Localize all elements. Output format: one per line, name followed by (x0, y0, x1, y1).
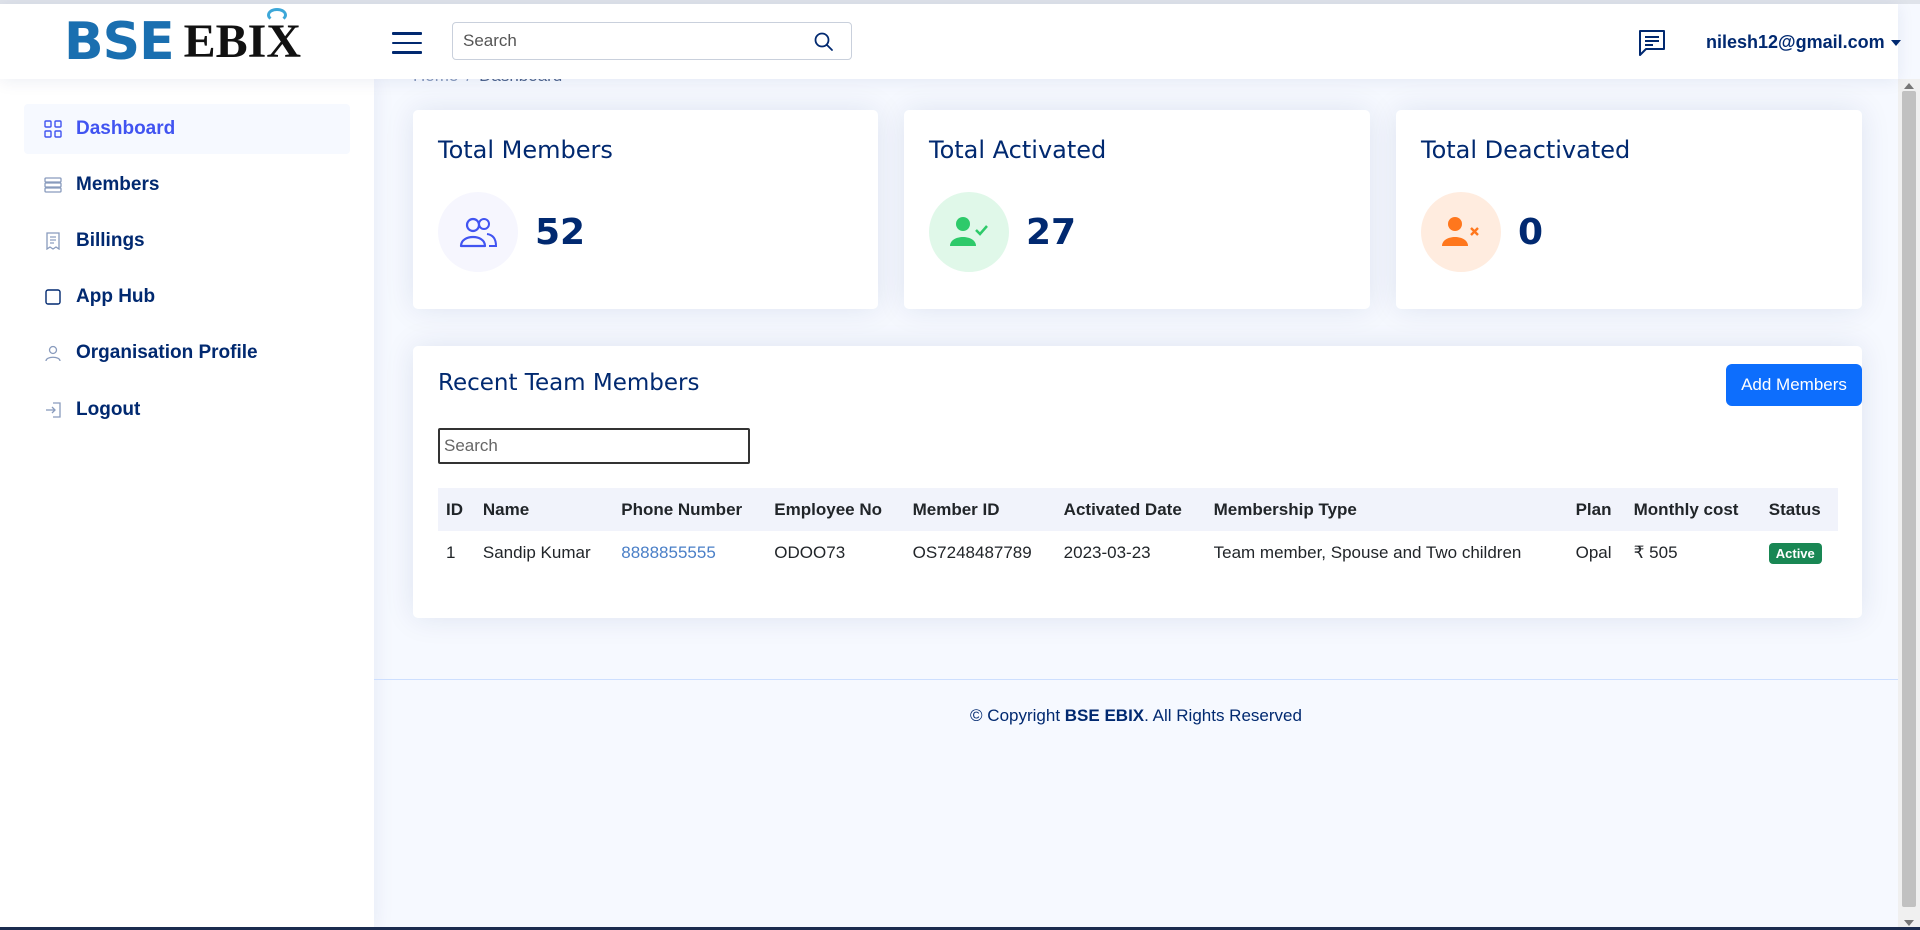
table-header-row: ID Name Phone Number Employee No Member … (438, 488, 1838, 531)
brand-logo[interactable]: BSE EBIX (64, 8, 301, 72)
cell-status: Active (1761, 531, 1838, 574)
logo-ebix-label: EBIX (183, 15, 301, 68)
chevron-down-icon (1890, 39, 1901, 46)
stat-title: Total Activated (929, 136, 1107, 164)
cell-plan: Opal (1575, 542, 1612, 562)
person-x-icon (1421, 192, 1501, 272)
square-icon (44, 288, 62, 306)
add-members-button[interactable]: Add Members (1726, 364, 1862, 406)
cell-membership-type: Team member, Spouse and Two children (1213, 542, 1522, 562)
sidebar-item-label: Billings (76, 230, 145, 251)
table-search-input[interactable] (438, 428, 750, 464)
sidebar: Dashboard Members Billings App Hub Organ… (0, 79, 374, 930)
column-header-name[interactable]: Name (475, 488, 613, 531)
people-icon (438, 192, 518, 272)
column-header-activated-date[interactable]: Activated Date (1056, 488, 1206, 531)
logout-icon (44, 401, 62, 419)
vertical-scrollbar[interactable] (1898, 79, 1920, 930)
menu-toggle-icon[interactable] (392, 32, 422, 56)
status-badge: Active (1768, 542, 1822, 564)
column-header-member-id[interactable]: Member ID (905, 488, 1056, 531)
column-header-id[interactable]: ID (438, 488, 475, 531)
top-header: BSE EBIX nilesh12@gmail.com (0, 4, 1901, 79)
cell-activated-date: 2023-03-23 (1063, 542, 1151, 562)
recent-team-members-card: Recent Team Members Add Members ID Name … (413, 346, 1862, 618)
server-icon (44, 176, 62, 194)
footer-divider (374, 679, 1898, 680)
footer-suffix: . All Rights Reserved (1144, 706, 1302, 725)
sidebar-item-dashboard[interactable]: Dashboard (24, 104, 350, 154)
cell-member-id: OS7248487789 (912, 542, 1032, 562)
user-profile-dropdown[interactable]: nilesh12@gmail.com (1706, 32, 1901, 53)
column-header-phone[interactable]: Phone Number (613, 488, 766, 531)
column-header-status[interactable]: Status (1761, 488, 1838, 531)
stat-value: 0 (1518, 212, 1544, 253)
phone-link[interactable]: 8888855555 (621, 543, 716, 562)
scrollbar-thumb[interactable] (1902, 91, 1916, 907)
grid-icon (44, 120, 62, 138)
cell-id: 1 (446, 542, 456, 562)
cell-name: Sandip Kumar (482, 542, 591, 562)
person-icon (44, 344, 62, 362)
stat-card-total-members: Total Members 52 (413, 110, 878, 309)
stat-card-total-deactivated: Total Deactivated 0 (1396, 110, 1862, 309)
stat-value: 27 (1026, 212, 1077, 253)
logo-ebix-text: EBIX (183, 8, 301, 68)
column-header-membership-type[interactable]: Membership Type (1206, 488, 1568, 531)
sidebar-item-members[interactable]: Members (24, 160, 350, 210)
sidebar-item-label: Organisation Profile (76, 342, 258, 363)
receipt-icon (44, 232, 62, 250)
section-title: Recent Team Members (438, 370, 700, 396)
table-row: 1 Sandip Kumar 8888855555 ODOO73 OS72484… (438, 531, 1838, 574)
scroll-up-arrow-icon[interactable] (1904, 83, 1914, 89)
sidebar-item-label: App Hub (76, 286, 156, 307)
column-header-employee-no[interactable]: Employee No (766, 488, 904, 531)
sidebar-item-label: Logout (76, 399, 141, 420)
stat-card-total-activated: Total Activated 27 (904, 110, 1370, 309)
footer-brand: BSE EBIX (1064, 706, 1145, 725)
sidebar-item-label: Dashboard (76, 118, 176, 139)
stat-title: Total Members (438, 136, 613, 164)
header-search-bar (452, 22, 852, 60)
sidebar-item-logout[interactable]: Logout (24, 385, 350, 435)
cell-phone: 8888855555 (613, 531, 766, 574)
scroll-down-arrow-icon[interactable] (1904, 920, 1914, 926)
cell-monthly-cost: ₹ 505 (1633, 542, 1678, 562)
person-check-icon (929, 192, 1009, 272)
header-search-input[interactable] (453, 23, 793, 59)
sidebar-item-billings[interactable]: Billings (24, 216, 350, 266)
stat-value: 52 (535, 212, 586, 253)
sidebar-item-app-hub[interactable]: App Hub (24, 272, 350, 322)
footer: © Copyright BSE EBIX. All Rights Reserve… (374, 706, 1898, 726)
user-email: nilesh12@gmail.com (1706, 32, 1885, 52)
members-table: ID Name Phone Number Employee No Member … (438, 488, 1838, 574)
messages-icon[interactable] (1637, 28, 1667, 58)
sidebar-item-organisation-profile[interactable]: Organisation Profile (24, 328, 350, 378)
footer-prefix: © Copyright (970, 706, 1065, 725)
logo-swirl-mark (266, 8, 287, 22)
sidebar-item-label: Members (76, 174, 160, 195)
search-icon[interactable] (813, 31, 835, 53)
logo-bse-text: BSE (64, 12, 175, 72)
column-header-plan[interactable]: Plan (1568, 488, 1626, 531)
cell-employee-no: ODOO73 (774, 542, 846, 562)
column-header-monthly-cost[interactable]: Monthly cost (1626, 488, 1761, 531)
stat-title: Total Deactivated (1421, 136, 1631, 164)
